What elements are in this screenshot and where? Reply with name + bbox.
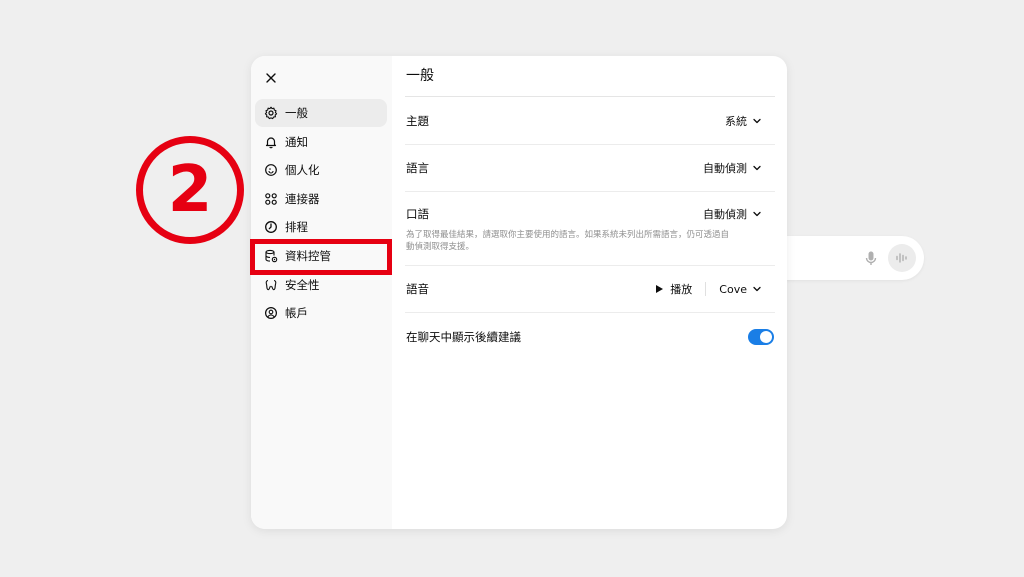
- spoken-language-select[interactable]: 自動偵測: [703, 206, 774, 222]
- sidebar-item-general[interactable]: 一般: [255, 99, 387, 127]
- sidebar-item-personalization[interactable]: 個人化: [255, 156, 387, 184]
- language-label: 語言: [406, 161, 429, 175]
- sidebar-item-label: 連接器: [285, 191, 320, 206]
- spoken-language-value: 自動偵測: [703, 208, 747, 221]
- sidebar-item-label: 一般: [285, 106, 308, 120]
- sidebar-item-connectors[interactable]: 連接器: [255, 185, 387, 213]
- close-icon: [266, 73, 276, 83]
- chevron-down-icon: [753, 165, 761, 171]
- chevron-down-icon: [753, 211, 761, 217]
- theme-label: 主題: [406, 113, 429, 128]
- sidebar-item-label: 個人化: [285, 163, 320, 178]
- voice-controls: 播放 Cove: [654, 281, 774, 297]
- spoken-language-row: 口語 自動偵測 為了取得最佳結果，請選取你主要使用的語言。如果系統未列出所需語言…: [405, 192, 775, 266]
- page-title: 一般: [405, 56, 775, 97]
- chevron-down-icon: [753, 286, 761, 292]
- settings-content: 一般 主題 系統 語言 自動偵測 口語 自動偵測 為了取得最佳結果，請選取你主要…: [392, 56, 787, 529]
- follow-up-row: 在聊天中顯示後續建議: [405, 313, 775, 361]
- settings-dialog: 一般 通知 個人化 連接器 排程 資料控管 安全性 帳戶 一般 主題 系統 語言…: [251, 56, 787, 529]
- voice-select[interactable]: Cove: [719, 283, 762, 296]
- settings-sidebar: 一般 通知 個人化 連接器 排程 資料控管 安全性 帳戶: [251, 56, 392, 529]
- microphone-icon[interactable]: [862, 249, 880, 267]
- connectors-icon: [264, 192, 278, 206]
- play-voice-button[interactable]: 播放: [654, 281, 692, 297]
- clock-icon: [264, 220, 278, 234]
- play-icon: [656, 285, 664, 293]
- personalization-icon: [264, 163, 278, 177]
- sidebar-item-label: 安全性: [285, 277, 320, 292]
- user-circle-icon: [264, 306, 278, 320]
- follow-up-toggle[interactable]: [748, 329, 774, 345]
- theme-select[interactable]: 系統: [725, 113, 774, 129]
- follow-up-label: 在聊天中顯示後續建議: [406, 330, 521, 344]
- sidebar-item-schedules[interactable]: 排程: [255, 213, 387, 241]
- chevron-down-icon: [753, 118, 761, 123]
- sidebar-item-account[interactable]: 帳戶: [255, 299, 387, 327]
- sidebar-item-label: 通知: [285, 134, 308, 149]
- spoken-language-hint: 為了取得最佳結果，請選取你主要使用的語言。如果系統未列出所需語言，仍可透過自動偵…: [406, 230, 730, 252]
- theme-row: 主題 系統: [405, 97, 775, 145]
- screen: 一般 通知 個人化 連接器 排程 資料控管 安全性 帳戶 一般 主題 系統 語言…: [0, 0, 1024, 577]
- voice-row: 語音 播放 Cove: [405, 266, 775, 313]
- language-value: 自動偵測: [703, 162, 747, 175]
- shield-icon: [264, 278, 278, 292]
- step-number-marker: 2: [136, 136, 244, 244]
- gear-icon: [264, 106, 278, 120]
- sidebar-item-notifications[interactable]: 通知: [255, 128, 387, 156]
- close-button[interactable]: [261, 68, 281, 88]
- toggle-knob: [760, 331, 772, 343]
- voice-mode-icon[interactable]: [888, 244, 916, 272]
- settings-nav: 一般 通知 個人化 連接器 排程 資料控管 安全性 帳戶: [255, 99, 387, 328]
- divider: [705, 282, 707, 296]
- language-select[interactable]: 自動偵測: [703, 160, 774, 176]
- sidebar-item-label: 帳戶: [285, 306, 308, 321]
- sidebar-item-label: 排程: [285, 220, 308, 235]
- voice-label: 語音: [406, 282, 429, 296]
- bell-icon: [264, 135, 278, 149]
- spoken-language-label: 口語: [406, 207, 429, 221]
- voice-value: Cove: [719, 282, 747, 296]
- play-label: 播放: [670, 283, 693, 296]
- language-row: 語言 自動偵測: [405, 145, 775, 192]
- theme-value: 系統: [725, 114, 747, 128]
- highlight-box: [250, 239, 392, 275]
